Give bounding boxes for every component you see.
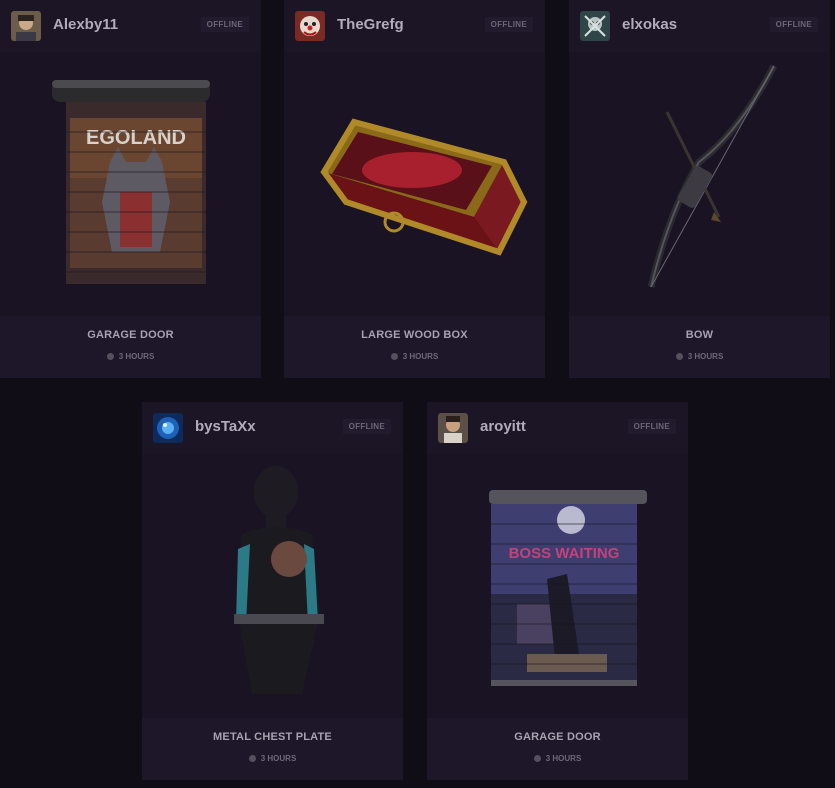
status-badge: OFFLINE: [769, 17, 818, 32]
clock-icon: [675, 353, 683, 360]
username[interactable]: TheGrefg: [337, 16, 404, 33]
username[interactable]: Alexby11: [53, 16, 118, 33]
card-header: Alexby11 OFFLINE: [0, 0, 261, 52]
time-remaining: 3 HOURS: [284, 352, 545, 361]
card-footer: METAL CHEST PLATE 3 HOURS: [142, 718, 403, 780]
time-label: 3 HOURS: [545, 754, 582, 763]
time-label: 3 HOURS: [118, 352, 155, 361]
skin-card[interactable]: Alexby11 OFFLINE EGOLAND GARAGE DOOR 3 H…: [0, 0, 261, 378]
clock-icon: [390, 353, 398, 360]
time-label: 3 HOURS: [687, 352, 724, 361]
item-name: GARAGE DOOR: [514, 731, 601, 743]
time-remaining: 3 HOURS: [0, 352, 261, 361]
item-image: BOSS WAITING: [427, 454, 688, 718]
time-label: 3 HOURS: [260, 754, 297, 763]
username[interactable]: aroyitt: [480, 418, 526, 435]
item-name: LARGE WOOD BOX: [361, 329, 468, 341]
clock-icon: [533, 755, 541, 762]
status-badge: OFFLINE: [342, 419, 391, 434]
item-image: [142, 454, 403, 718]
item-image: EGOLAND: [0, 52, 261, 316]
item-name: METAL CHEST PLATE: [213, 731, 332, 743]
user-avatar[interactable]: [295, 11, 325, 41]
clock-icon: [106, 353, 114, 360]
username[interactable]: elxokas: [622, 16, 677, 33]
card-header: aroyitt OFFLINE: [427, 402, 688, 454]
item-name: BOW: [685, 329, 714, 341]
card-footer: GARAGE DOOR 3 HOURS: [427, 718, 688, 780]
status-badge: OFFLINE: [627, 419, 676, 434]
card-header: bysTaXx OFFLINE: [142, 402, 403, 454]
status-badge: OFFLINE: [200, 17, 249, 32]
user-avatar[interactable]: [11, 11, 41, 41]
status-badge: OFFLINE: [484, 17, 533, 32]
skin-card[interactable]: bysTaXx OFFLINE METAL CHEST PLATE 3 HOUR…: [142, 402, 403, 780]
card-header: elxokas OFFLINE: [569, 0, 830, 52]
time-remaining: 3 HOURS: [142, 754, 403, 763]
item-image: [284, 52, 545, 316]
time-remaining: 3 HOURS: [569, 352, 830, 361]
item-image: [569, 52, 830, 316]
card-footer: LARGE WOOD BOX 3 HOURS: [284, 316, 545, 378]
card-footer: GARAGE DOOR 3 HOURS: [0, 316, 261, 378]
username[interactable]: bysTaXx: [195, 418, 256, 435]
user-avatar[interactable]: [438, 413, 468, 443]
time-remaining: 3 HOURS: [427, 754, 688, 763]
user-avatar[interactable]: [580, 11, 610, 41]
card-footer: BOW 3 HOURS: [569, 316, 830, 378]
clock-icon: [248, 755, 256, 762]
skin-card[interactable]: elxokas OFFLINE BOW 3 HOURS: [569, 0, 830, 378]
egoland-logo: EGOLAND: [86, 127, 186, 149]
time-label: 3 HOURS: [402, 352, 439, 361]
skin-card[interactable]: aroyitt OFFLINE BOSS WAITING GARAGE DOOR: [427, 402, 688, 780]
user-avatar[interactable]: [153, 413, 183, 443]
card-header: TheGrefg OFFLINE: [284, 0, 545, 52]
graffiti-logo: BOSS WAITING: [509, 545, 620, 562]
skin-card[interactable]: TheGrefg OFFLINE LARGE WOOD BOX 3 HOURS: [284, 0, 545, 378]
item-name: GARAGE DOOR: [87, 329, 174, 341]
